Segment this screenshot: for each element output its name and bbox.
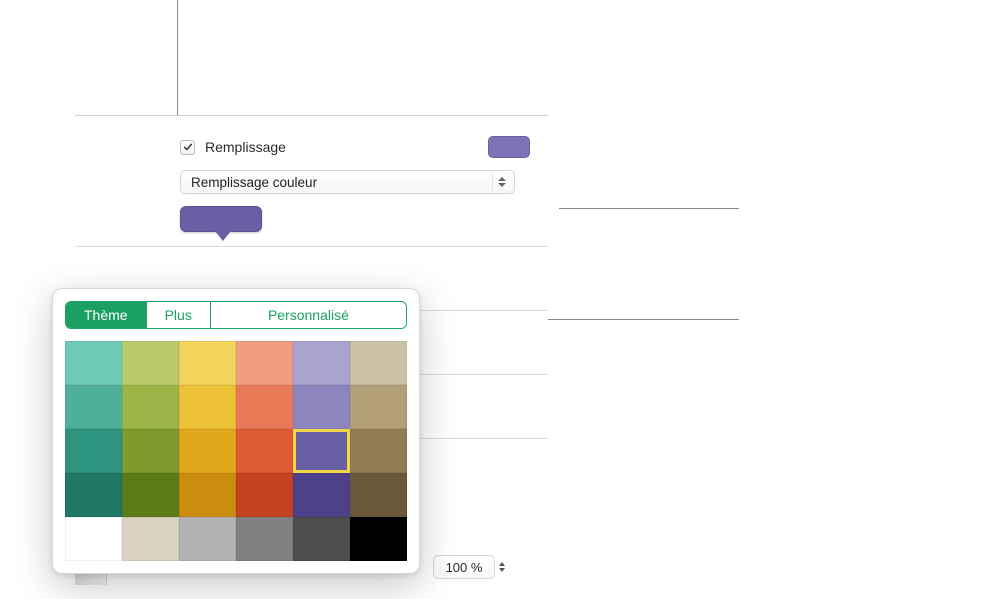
opacity-stepper[interactable] — [499, 555, 513, 579]
color-swatch[interactable] — [293, 385, 350, 429]
fill-checkbox[interactable] — [180, 140, 195, 155]
color-swatch[interactable] — [179, 473, 236, 517]
segment-more[interactable]: Plus — [147, 302, 211, 328]
color-swatch[interactable] — [65, 517, 122, 561]
color-swatch[interactable] — [236, 341, 293, 385]
opacity-input[interactable]: 100 % — [433, 555, 495, 579]
fill-label: Remplissage — [205, 139, 286, 155]
color-swatch-grid — [65, 341, 407, 561]
color-swatch[interactable] — [179, 341, 236, 385]
color-swatch[interactable] — [293, 341, 350, 385]
color-swatch[interactable] — [65, 341, 122, 385]
segment-more-label: Plus — [165, 307, 192, 323]
color-popover: Thème Plus Personnalisé — [52, 288, 420, 574]
color-swatch[interactable] — [236, 517, 293, 561]
popover-segments: Thème Plus Personnalisé — [65, 301, 407, 329]
fill-header-row: Remplissage — [75, 116, 548, 166]
color-swatch[interactable] — [122, 341, 179, 385]
color-swatch[interactable] — [293, 473, 350, 517]
color-swatch[interactable] — [293, 517, 350, 561]
color-swatch[interactable] — [122, 517, 179, 561]
fill-swatch[interactable] — [488, 136, 530, 158]
opacity-value: 100 % — [446, 560, 483, 575]
color-swatch[interactable] — [350, 473, 407, 517]
segment-custom-label: Personnalisé — [268, 307, 349, 323]
opacity-row: 100 % — [433, 555, 513, 579]
color-swatch[interactable] — [122, 429, 179, 473]
segment-custom[interactable]: Personnalisé — [211, 302, 406, 328]
fill-type-select[interactable]: Remplissage couleur — [180, 170, 515, 194]
color-well-row — [75, 204, 548, 246]
color-swatch[interactable] — [65, 473, 122, 517]
chevrons-updown-icon — [492, 172, 510, 192]
color-swatch[interactable] — [236, 429, 293, 473]
segment-theme[interactable]: Thème — [66, 302, 147, 328]
color-swatch[interactable] — [350, 517, 407, 561]
segment-theme-label: Thème — [84, 307, 128, 323]
color-swatch[interactable] — [350, 429, 407, 473]
color-swatch[interactable] — [122, 385, 179, 429]
color-swatch[interactable] — [350, 341, 407, 385]
color-well[interactable] — [180, 206, 262, 232]
color-swatch[interactable] — [65, 385, 122, 429]
color-swatch[interactable] — [236, 473, 293, 517]
color-swatch[interactable] — [179, 385, 236, 429]
color-swatch[interactable] — [350, 385, 407, 429]
color-swatch[interactable] — [122, 473, 179, 517]
color-swatch[interactable] — [236, 385, 293, 429]
color-swatch[interactable] — [179, 517, 236, 561]
chevron-up-icon — [499, 562, 505, 566]
fill-type-row: Remplissage couleur — [75, 166, 548, 204]
color-swatch[interactable] — [65, 429, 122, 473]
checkmark-icon — [183, 142, 193, 152]
color-swatch[interactable] — [293, 429, 350, 473]
fill-type-value: Remplissage couleur — [191, 175, 492, 190]
chevron-down-icon — [499, 568, 505, 572]
color-swatch[interactable] — [179, 429, 236, 473]
callout-line — [559, 208, 739, 209]
